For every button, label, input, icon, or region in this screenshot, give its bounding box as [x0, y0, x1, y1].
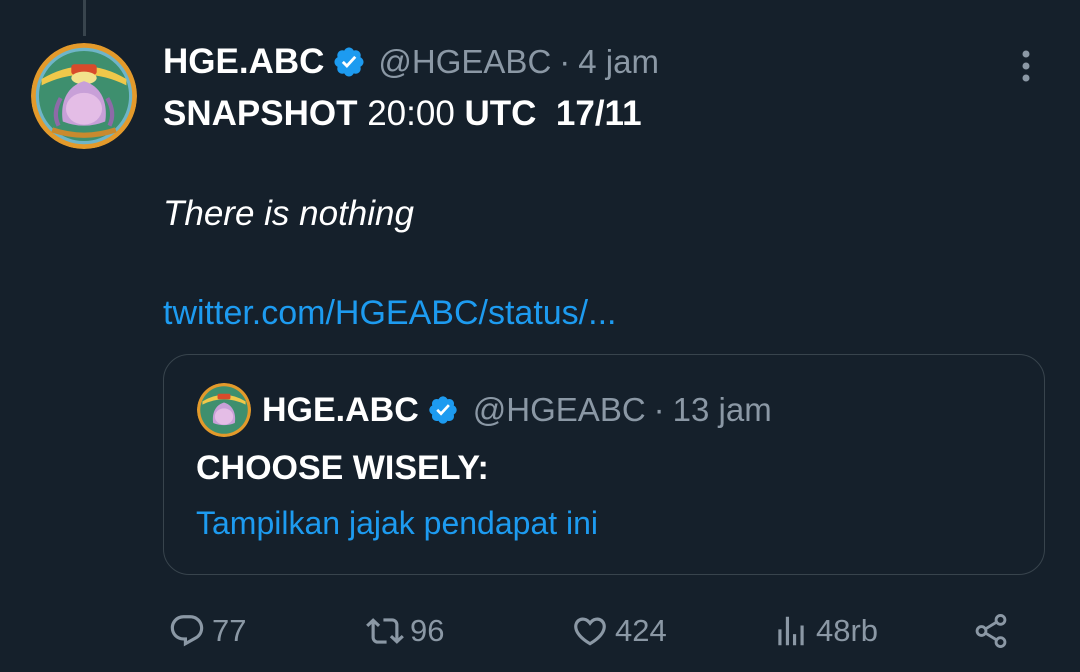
share-icon	[975, 614, 1007, 648]
quote-avatar-image	[197, 383, 251, 437]
tweet-time[interactable]: 4 jam	[578, 43, 659, 81]
retweet-count: 96	[410, 613, 445, 648]
tweet-link[interactable]: twitter.com/HGEABC/status/...	[163, 294, 616, 333]
snapshot-time: 20:00	[357, 94, 465, 133]
views-button[interactable]: 48rb	[772, 606, 878, 656]
snapshot-date: UTC 17/11	[464, 94, 642, 133]
author-name[interactable]: HGE.ABC	[163, 42, 324, 82]
quote-text: CHOOSE WISELY:	[196, 449, 489, 487]
quoted-tweet[interactable]: HGE.ABC @HGEABC · 13 jam CHOOSE WISELY: …	[163, 354, 1045, 575]
author-handle[interactable]: @HGEABC	[378, 43, 551, 81]
separator-dot: ·	[653, 391, 665, 428]
quote-author-handle[interactable]: @HGEABC	[473, 391, 646, 429]
separator-dot: ·	[559, 43, 571, 80]
reply-button[interactable]: 77	[168, 606, 246, 656]
reply-icon	[170, 615, 204, 647]
views-count: 48rb	[816, 613, 879, 648]
like-icon	[574, 617, 606, 646]
action-bar: 77 96 424 48rb	[0, 606, 1080, 656]
tweet-text-line: There is nothing	[163, 194, 414, 233]
verified-badge-icon	[427, 394, 459, 426]
like-button[interactable]: 424	[571, 606, 667, 656]
quote-author-name[interactable]: HGE.ABC	[262, 391, 419, 430]
verified-badge-icon[interactable]	[332, 45, 366, 79]
more-options-icon[interactable]	[1011, 48, 1041, 88]
quote-time[interactable]: 13 jam	[673, 391, 772, 429]
views-icon	[778, 616, 804, 646]
avatar[interactable]	[31, 43, 137, 149]
quote-avatar[interactable]	[197, 383, 251, 437]
tweet-header: HGE.ABC @HGEABC · 4 jam	[163, 38, 659, 86]
quote-header: HGE.ABC @HGEABC · 13 jam	[262, 385, 772, 435]
reply-count: 77	[212, 613, 247, 648]
retweet-button[interactable]: 96	[366, 606, 444, 656]
avatar-image	[31, 43, 137, 149]
thread-connector-line	[83, 0, 86, 36]
tweet-text-snapshot: SNAPSHOT 20:00 UTC 17/11	[163, 94, 642, 134]
share-button[interactable]	[972, 606, 1010, 656]
snapshot-word: SNAPSHOT	[163, 94, 358, 133]
show-poll-link[interactable]: Tampilkan jajak pendapat ini	[196, 505, 598, 542]
like-count: 424	[615, 613, 667, 648]
retweet-icon	[366, 618, 404, 644]
